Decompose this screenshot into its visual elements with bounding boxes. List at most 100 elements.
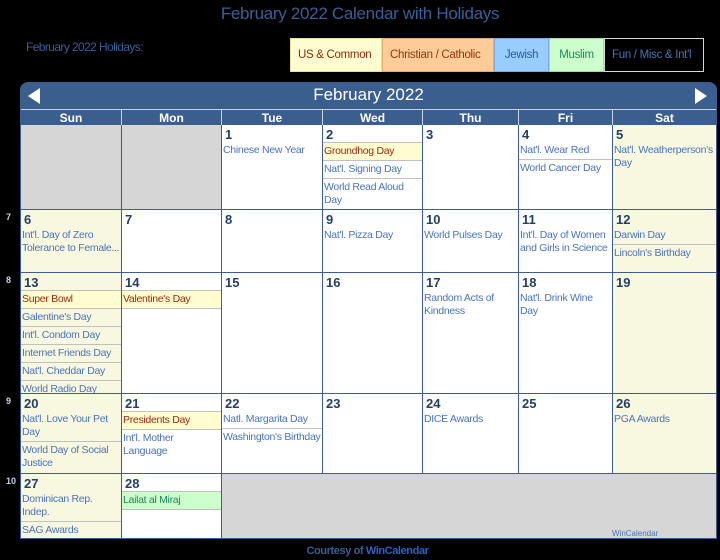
legend-jewish: Jewish: [494, 38, 549, 72]
holiday-event[interactable]: Nat'l. Love Your Pet Day: [21, 411, 121, 442]
day-number: 20: [24, 396, 39, 411]
holiday-event[interactable]: Washington's Birthday: [222, 429, 322, 446]
legend-label: Muslim: [559, 49, 594, 61]
day-cell[interactable]: 17 Random Acts of Kindness: [423, 273, 518, 393]
holiday-event[interactable]: Int'l. Day of Zero Tolerance to Female..…: [21, 227, 121, 257]
day-cell[interactable]: 27 Dominican Rep. Indep. SAG Awards: [21, 474, 121, 538]
weekday-header-tue: Tue: [221, 109, 322, 125]
day-cell[interactable]: 5 Nat'l. Weatherperson's Day: [613, 125, 716, 209]
page-title: February 2022 Calendar with Holidays: [220, 4, 500, 23]
holiday-event[interactable]: SAG Awards: [21, 522, 121, 538]
triangle-right-icon[interactable]: [695, 88, 707, 104]
day-cell[interactable]: 15: [222, 273, 322, 393]
day-cell[interactable]: 23: [323, 394, 422, 473]
legend-label: Jewish: [504, 49, 539, 61]
day-number: 28: [125, 476, 140, 491]
weekday-header-sat: Sat: [612, 109, 716, 125]
day-number: 22: [225, 396, 240, 411]
day-cell[interactable]: 12 Darwin Day Lincoln's Birthday: [613, 210, 716, 272]
holiday-event[interactable]: Natl. Margarita Day: [222, 411, 322, 429]
holiday-event[interactable]: Int'l. Mother Language: [122, 430, 221, 460]
holiday-event[interactable]: Int'l. Day of Women and Girls in Science: [519, 227, 612, 257]
holiday-event[interactable]: Nat'l. Pizza Day: [323, 227, 422, 244]
day-number: 26: [616, 396, 631, 411]
day-cell[interactable]: 2 Groundhog Day Nat'l. Signing Day World Re…: [323, 125, 422, 209]
day-number: 9: [326, 212, 334, 227]
day-number: 7: [125, 212, 133, 227]
holiday-event[interactable]: Nat'l. Weatherperson's Day: [613, 142, 716, 172]
day-cell[interactable]: 1 Chinese New Year: [222, 125, 322, 209]
week-number: 8: [6, 275, 12, 285]
holiday-event[interactable]: Valentine's Day: [122, 290, 221, 309]
holiday-event[interactable]: Int'l. Condom Day: [21, 327, 121, 345]
weekday-header-thu: Thu: [422, 109, 518, 125]
day-number: 13: [24, 275, 39, 290]
wincalendar-link[interactable]: WinCalendar: [366, 545, 429, 557]
holiday-event[interactable]: World Read Aloud Day: [323, 179, 422, 209]
holiday-event[interactable]: Dominican Rep. Indep.: [21, 491, 121, 522]
day-number: 8: [225, 212, 233, 227]
day-cell[interactable]: 25: [519, 394, 612, 473]
holiday-event[interactable]: Galentine's Day: [21, 309, 121, 327]
day-cell[interactable]: 21 Presidents Day Int'l. Mother Language: [122, 394, 221, 473]
day-number: 25: [522, 396, 537, 411]
day-cell[interactable]: 24 DICE Awards: [423, 394, 518, 473]
day-number: 17: [426, 275, 441, 290]
day-cell[interactable]: 28 Lailat al Miraj: [122, 474, 221, 538]
holiday-event[interactable]: Super Bowl: [21, 290, 121, 309]
legend-label: US & Common: [298, 49, 372, 61]
legend-muslim: Muslim: [549, 38, 604, 72]
legend-label: Christian / Catholic: [390, 49, 481, 61]
holiday-event[interactable]: World Radio Day: [21, 381, 121, 393]
day-cell[interactable]: 7: [122, 210, 221, 272]
holiday-event[interactable]: Nat'l. Drink Wine Day: [519, 290, 612, 320]
week-number: 9: [6, 396, 12, 406]
day-cell[interactable]: 9 Nat'l. Pizza Day: [323, 210, 422, 272]
holiday-event[interactable]: Nat'l. Signing Day: [323, 161, 422, 179]
day-number: 21: [125, 396, 140, 411]
day-cell[interactable]: 13 Super Bowl Galentine's Day Int'l. Condom…: [21, 273, 121, 393]
holiday-event[interactable]: Presidents Day: [122, 411, 221, 430]
day-cell[interactable]: 19: [613, 273, 716, 393]
day-cell[interactable]: 4 Nat'l. Wear Red World Cancer Day: [519, 125, 612, 209]
day-cell[interactable]: 11 Int'l. Day of Women and Girls in Scien…: [519, 210, 612, 272]
day-cell[interactable]: 22 Natl. Margarita Day Washington's Birthd…: [222, 394, 322, 473]
holiday-event[interactable]: World Day of Social Justice: [21, 442, 121, 472]
legend-us-common: US & Common: [290, 38, 382, 72]
day-cell[interactable]: 10 World Pulses Day: [423, 210, 518, 272]
day-number: 18: [522, 275, 537, 290]
holiday-event[interactable]: Lailat al Miraj: [122, 491, 221, 510]
holiday-event[interactable]: World Pulses Day: [423, 227, 518, 244]
holiday-event[interactable]: Chinese New Year: [222, 142, 322, 159]
day-cell[interactable]: 18 Nat'l. Drink Wine Day: [519, 273, 612, 393]
holiday-event[interactable]: Random Acts of Kindness: [423, 290, 518, 320]
holiday-event[interactable]: Darwin Day: [613, 227, 716, 245]
month-header: February 2022: [20, 82, 717, 108]
day-cell[interactable]: 8: [222, 210, 322, 272]
holiday-event[interactable]: World Cancer Day: [519, 160, 612, 177]
day-cell[interactable]: 26 PGA Awards: [613, 394, 716, 473]
holiday-event[interactable]: Groundhog Day: [323, 142, 422, 161]
day-cell[interactable]: 14 Valentine's Day: [122, 273, 221, 393]
day-number: 1: [225, 127, 233, 142]
day-cell[interactable]: 3: [423, 125, 518, 209]
day-cell[interactable]: 6 Int'l. Day of Zero Tolerance to Female.…: [21, 210, 121, 272]
holiday-event[interactable]: Nat'l. Wear Red: [519, 142, 612, 160]
month-title: February 2022: [313, 85, 424, 104]
weekday-header-mon: Mon: [121, 109, 221, 125]
day-number: 12: [616, 212, 631, 227]
week-number: 10: [6, 476, 17, 486]
holiday-event[interactable]: DICE Awards: [423, 411, 518, 428]
holiday-event[interactable]: PGA Awards: [613, 411, 716, 428]
courtesy-footer: Courtesy of WinCalendar: [0, 545, 720, 557]
watermark: WinCalendar: [612, 529, 659, 538]
holiday-event[interactable]: Lincoln's Birthday: [613, 245, 716, 262]
day-cell[interactable]: 16: [323, 273, 422, 393]
day-number: 3: [426, 127, 434, 142]
day-cell[interactable]: 20 Nat'l. Love Your Pet Day World Day of S…: [21, 394, 121, 473]
empty-day-cell: [21, 125, 121, 209]
day-number: 19: [616, 275, 631, 290]
holiday-event[interactable]: Internet Friends Day: [21, 345, 121, 363]
legend-label: Fun / Misc & Int'l: [612, 49, 692, 61]
holiday-event[interactable]: Nat'l. Cheddar Day: [21, 363, 121, 381]
